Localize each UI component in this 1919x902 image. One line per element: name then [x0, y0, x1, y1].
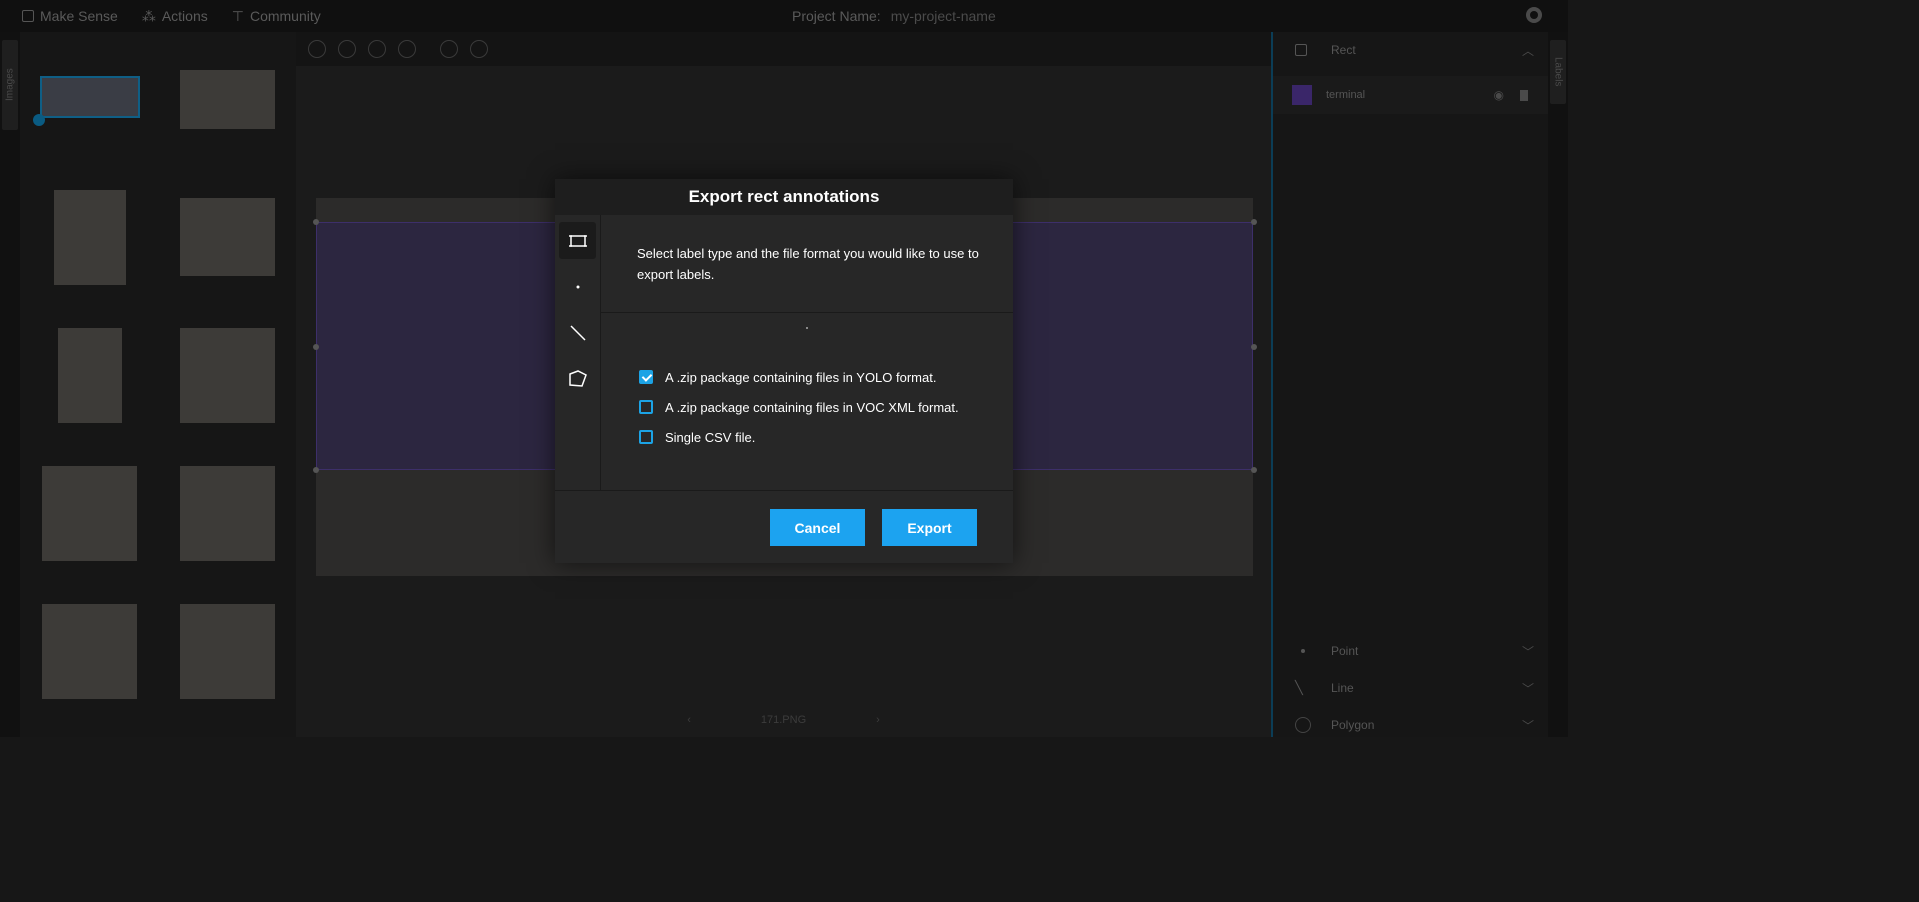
image-navigation: ‹ 171.PNG ›: [296, 703, 1271, 737]
polygon-type-button[interactable]: [559, 360, 596, 397]
csv-checkbox[interactable]: [639, 430, 653, 444]
cancel-button[interactable]: Cancel: [770, 509, 865, 546]
yolo-option[interactable]: A .zip package containing files in YOLO …: [639, 368, 936, 386]
point-icon: [1301, 649, 1305, 653]
divider: [601, 312, 1013, 313]
yolo-option-label: A .zip package containing files in YOLO …: [665, 369, 937, 385]
right-side-strip: Labels: [1548, 32, 1568, 737]
actions-icon: ⁂: [141, 7, 156, 24]
rect-handle[interactable]: [1251, 467, 1257, 473]
left-side-strip: Images: [0, 32, 20, 737]
project-name-field: Project Name: my-project-name: [792, 0, 996, 32]
community-icon: ⊤: [231, 7, 244, 24]
image-thumbnail[interactable]: [180, 466, 275, 561]
yolo-checkbox[interactable]: [639, 370, 653, 384]
image-thumbnail[interactable]: [180, 70, 275, 129]
prev-image-icon[interactable]: ‹: [687, 714, 691, 726]
voc-option-label: A .zip package containing files in VOC X…: [665, 399, 959, 415]
polygon-labels-header[interactable]: Polygon ﹀: [1273, 707, 1548, 743]
image-thumbnail[interactable]: [58, 328, 122, 423]
polygon-header-label: Polygon: [1331, 718, 1375, 732]
line-icon: ╲: [1295, 680, 1303, 695]
label-type-selector: [555, 215, 601, 490]
polygon-icon: [1295, 717, 1311, 733]
modal-description: Select label type and the file format yo…: [637, 246, 979, 282]
image-thumbnail[interactable]: [180, 328, 275, 423]
label-row[interactable]: terminal ◉: [1273, 76, 1548, 114]
image-thumbnail[interactable]: [42, 604, 137, 699]
chevron-down-icon[interactable]: ﹀: [1522, 680, 1534, 697]
actions-label: Actions: [161, 8, 208, 24]
chevron-down-icon[interactable]: ﹀: [1522, 643, 1534, 660]
image-thumbnail[interactable]: [54, 190, 126, 285]
community-label: Community: [249, 8, 321, 24]
github-icon[interactable]: [1526, 7, 1542, 23]
point-icon: [576, 285, 579, 288]
separator-dot: [806, 327, 808, 329]
hand-icon[interactable]: [440, 40, 458, 58]
modal-title: Export rect annotations: [555, 179, 1013, 215]
export-modal: Export rect annotations Select label typ…: [555, 179, 1013, 563]
line-icon: [569, 324, 586, 341]
csv-option[interactable]: Single CSV file.: [639, 428, 755, 446]
rect-handle[interactable]: [313, 344, 319, 350]
eye-icon[interactable]: ◉: [1494, 88, 1504, 102]
image-thumbnail[interactable]: [40, 76, 140, 118]
project-name-label: Project Name:: [792, 8, 881, 24]
logo-icon: [22, 10, 34, 22]
rect-labels-header[interactable]: Rect ︿: [1273, 32, 1548, 68]
label-name[interactable]: terminal: [1326, 89, 1365, 101]
rect-handle[interactable]: [1251, 344, 1257, 350]
labels-panel: Rect ︿ terminal ◉ Point ﹀ ╲ Line ﹀ Polyg…: [1271, 32, 1548, 737]
voc-checkbox[interactable]: [639, 400, 653, 414]
rect-handle[interactable]: [1251, 219, 1257, 225]
top-navigation-bar: Make Sense ⁂ Actions ⊤ Community Project…: [0, 0, 1568, 32]
point-labels-header[interactable]: Point ﹀: [1273, 633, 1548, 669]
zoom-in-icon[interactable]: [308, 40, 326, 58]
image-thumbnail[interactable]: [42, 466, 137, 561]
community-menu[interactable]: ⊤ Community: [232, 8, 321, 25]
chevron-down-icon[interactable]: ﹀: [1522, 717, 1534, 734]
zoom-out-icon[interactable]: [338, 40, 356, 58]
editor-toolbar: [296, 32, 1271, 66]
rect-icon: [1295, 44, 1307, 56]
point-type-button[interactable]: [559, 268, 596, 305]
rect-header-label: Rect: [1331, 43, 1356, 57]
line-labels-header[interactable]: ╲ Line ﹀: [1273, 670, 1548, 706]
divider: [555, 490, 1013, 491]
images-panel: [20, 32, 296, 737]
next-image-icon[interactable]: ›: [876, 714, 880, 726]
rect-type-button[interactable]: [559, 222, 596, 259]
line-type-button[interactable]: [559, 314, 596, 351]
voc-option[interactable]: A .zip package containing files in VOC X…: [639, 398, 959, 416]
line-header-label: Line: [1331, 681, 1354, 695]
image-thumbnail[interactable]: [180, 198, 275, 276]
trash-icon[interactable]: [1520, 89, 1528, 101]
export-button[interactable]: Export: [882, 509, 977, 546]
zoom-max-icon[interactable]: [398, 40, 416, 58]
image-thumbnail[interactable]: [180, 604, 275, 699]
project-name-input[interactable]: my-project-name: [891, 8, 996, 24]
image-name: 171.PNG: [760, 714, 807, 726]
labels-tab[interactable]: Labels: [1550, 40, 1566, 104]
rect-icon: [568, 234, 587, 247]
label-color-swatch[interactable]: [1292, 85, 1312, 105]
actions-menu[interactable]: ⁂ Actions: [142, 8, 208, 25]
crosshair-icon[interactable]: [470, 40, 488, 58]
rect-handle[interactable]: [313, 219, 319, 225]
selected-image-indicator: [33, 114, 45, 126]
polygon-icon: [568, 369, 587, 387]
chevron-up-icon[interactable]: ︿: [1522, 42, 1534, 59]
app-logo[interactable]: Make Sense: [22, 8, 118, 24]
point-header-label: Point: [1331, 644, 1359, 658]
images-tab[interactable]: Images: [2, 40, 18, 130]
csv-option-label: Single CSV file.: [665, 429, 756, 445]
zoom-fit-icon[interactable]: [368, 40, 386, 58]
rect-handle[interactable]: [313, 467, 319, 473]
app-name: Make Sense: [40, 8, 118, 24]
